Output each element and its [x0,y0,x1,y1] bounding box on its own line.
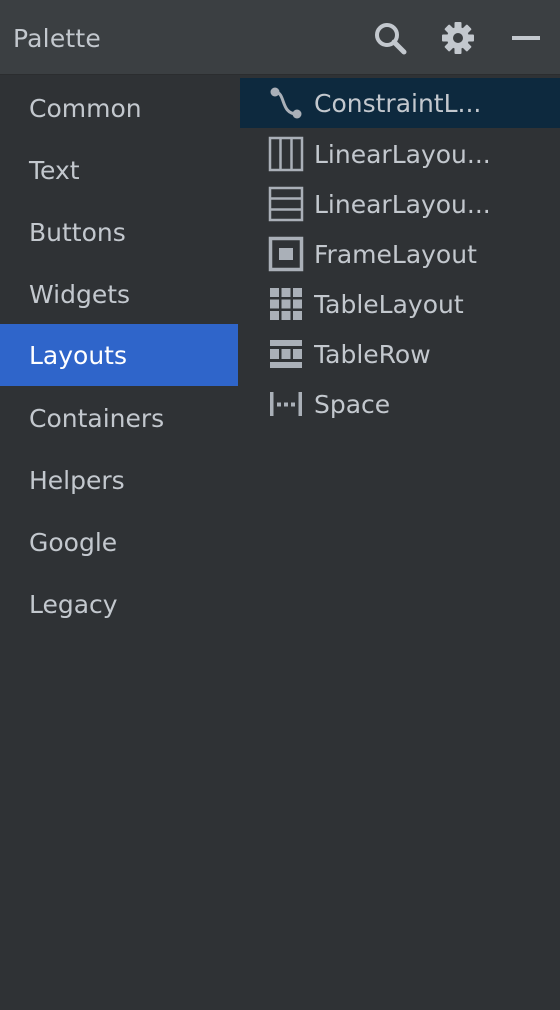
component-table-row[interactable]: TableRow [240,329,560,379]
settings-button[interactable] [438,18,478,58]
category-containers[interactable]: Containers [0,387,238,449]
category-legacy[interactable]: Legacy [0,573,238,635]
component-label: FrameLayout [314,239,477,269]
component-table-layout[interactable]: TableLayout [240,279,560,329]
category-label: Helpers [29,465,125,495]
linear-layout-vertical-columns-icon [268,136,304,172]
category-buttons[interactable]: Buttons [0,201,238,263]
category-label: Containers [29,403,165,433]
gear-icon [442,22,474,54]
category-label: Widgets [29,279,131,309]
minimize-icon [512,36,540,40]
category-google[interactable]: Google [0,511,238,573]
component-label: ConstraintL... [314,88,482,118]
category-label: Text [29,155,80,185]
linear-layout-horizontal-rows-icon [268,186,304,222]
search-button[interactable] [370,18,410,58]
category-layouts[interactable]: Layouts [0,324,238,386]
space-icon [268,386,304,422]
category-label: Google [29,527,118,557]
frame-layout-icon [268,236,304,272]
component-space[interactable]: Space [240,379,560,429]
category-widgets[interactable]: Widgets [0,263,238,325]
component-list: ConstraintL... LinearLayou... LinearLayo… [240,75,560,1010]
palette-header: Palette [0,0,560,75]
component-linear-layout-vertical[interactable]: LinearLayou... [240,129,560,179]
component-constraint-layout[interactable]: ConstraintL... [240,78,560,128]
category-text[interactable]: Text [0,139,238,201]
component-label: LinearLayou... [314,189,491,219]
component-linear-layout-horizontal[interactable]: LinearLayou... [240,179,560,229]
category-label: Layouts [29,340,128,370]
palette-title: Palette [13,24,101,53]
category-label: Common [29,93,142,123]
category-helpers[interactable]: Helpers [0,449,238,511]
category-list: Common Text Buttons Widgets Layouts Cont… [0,75,238,1010]
component-label: Space [314,389,391,419]
table-layout-icon [268,286,304,322]
component-label: TableRow [314,339,431,369]
component-label: LinearLayou... [314,139,491,169]
search-icon [375,23,407,55]
category-label: Legacy [29,589,118,619]
table-row-icon [268,336,304,372]
minimize-button[interactable] [506,18,546,58]
component-label: TableLayout [314,289,464,319]
category-label: Buttons [29,217,126,247]
constraint-layout-icon [268,85,304,121]
category-common[interactable]: Common [0,77,238,139]
component-frame-layout[interactable]: FrameLayout [240,229,560,279]
